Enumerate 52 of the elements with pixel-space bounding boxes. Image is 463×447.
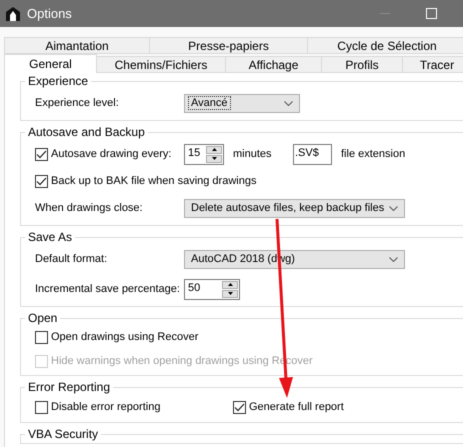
checkbox-label[interactable]: Back up to BAK file when saving drawings [51, 175, 256, 187]
checkbox-label[interactable]: Autosave drawing every: [51, 148, 172, 160]
group-title: VBA Security [27, 427, 100, 441]
tab[interactable]: Aimantation [4, 37, 150, 54]
checkbox-label[interactable]: Generate full report [249, 401, 344, 413]
group-title: Autosave and Backup [27, 125, 146, 139]
field-label: Incremental save percentage: [35, 283, 181, 295]
group-title: Experience [27, 74, 90, 88]
field-label: When drawings close: [35, 202, 144, 214]
field-label: Default format: [35, 253, 108, 265]
tab[interactable]: Presse-papiers [149, 37, 308, 54]
down-triangle-icon [228, 292, 232, 295]
check-icon [36, 150, 47, 158]
tab[interactable]: Cycle de Sélection [307, 37, 463, 54]
tab[interactable]: Affichage [225, 56, 322, 73]
group-title: Save As [27, 230, 74, 244]
chevron-icon [389, 256, 398, 262]
up-triangle-icon [228, 283, 232, 286]
app-icon [5, 6, 21, 22]
checkbox-label[interactable]: Disable error reporting [51, 401, 160, 413]
dropdown[interactable]: Delete autosave files, keep backup files [184, 198, 405, 218]
tab[interactable]: Profils [321, 56, 403, 73]
number-spinner[interactable]: 15 [184, 144, 224, 164]
dropdown[interactable]: Avancé [184, 94, 300, 112]
maximize-icon [426, 8, 436, 19]
checkbox[interactable] [35, 174, 48, 188]
tab[interactable]: Chemins/Fichiers [96, 56, 226, 73]
tab[interactable]: General [4, 54, 97, 73]
chevron-icon [389, 206, 398, 210]
field-label: file extension [341, 148, 406, 160]
input-field[interactable]: .SV$ [293, 144, 332, 164]
checkbox[interactable] [35, 330, 48, 344]
window-title: Options [27, 6, 72, 21]
group-title: Open [27, 311, 58, 325]
down-triangle-icon [212, 157, 216, 160]
checkbox[interactable] [233, 400, 246, 414]
checkbox[interactable] [35, 148, 48, 160]
field-label: Experience level: [35, 97, 120, 109]
chevron-icon [284, 100, 293, 106]
field-label: minutes [232, 148, 273, 160]
spin-down-button[interactable] [222, 290, 238, 298]
check-icon [36, 176, 47, 186]
check-icon [234, 402, 245, 412]
number-spinner[interactable]: 50 [184, 278, 240, 300]
spin-up-button[interactable] [206, 146, 222, 154]
checkbox[interactable] [35, 400, 48, 414]
spin-down-button[interactable] [206, 154, 222, 162]
checkbox-label[interactable]: Open drawings using Recover [51, 331, 198, 343]
tab[interactable]: Tracer [402, 56, 463, 73]
up-triangle-icon [212, 148, 216, 151]
group-title: Error Reporting [27, 380, 112, 394]
spin-up-button[interactable] [222, 280, 238, 288]
